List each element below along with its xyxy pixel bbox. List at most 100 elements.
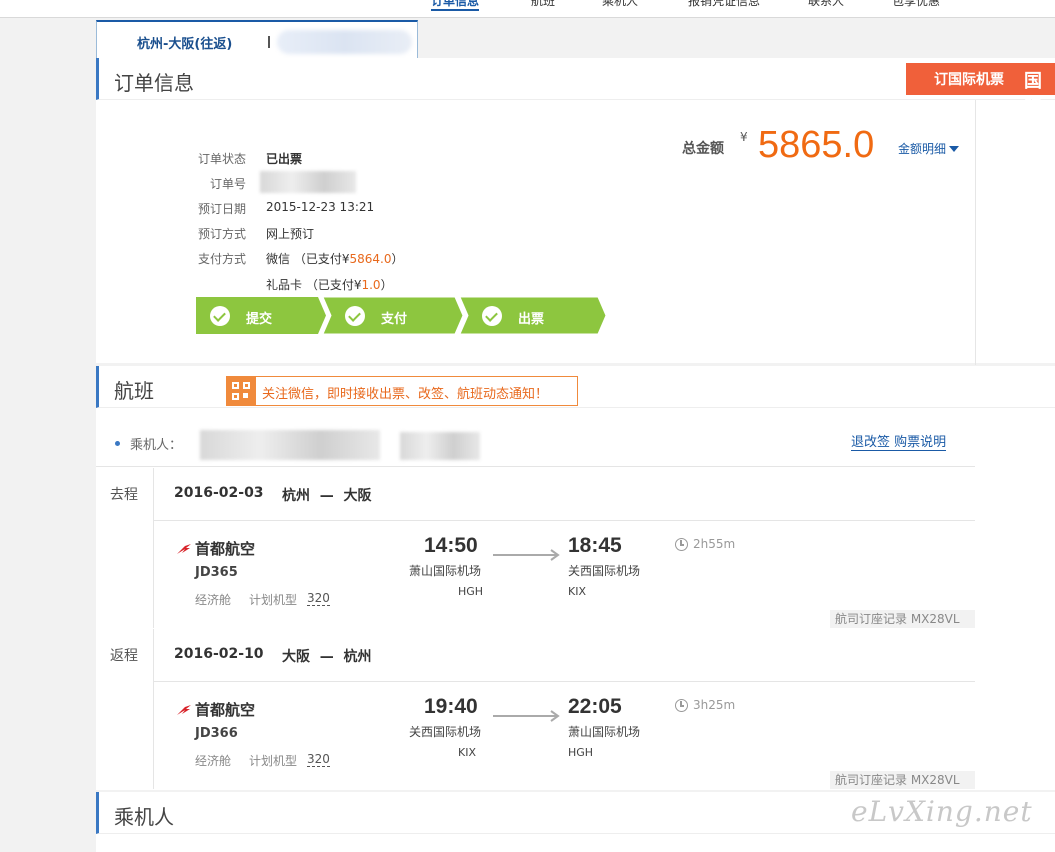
payment-paid-prefix: （已支付¥ [293,252,350,266]
total-amount-label: 总金额 [682,141,724,157]
total-amount-value: 5865.0 [758,124,875,166]
arrival-time: 22:05 [568,695,622,718]
bullet-icon [115,441,120,446]
nav-tab-order-info[interactable]: 订单信息 [431,0,480,11]
payment-giftcard: 礼品卡 （已支付¥1.0） [266,276,393,293]
progress-step-ticketed: 出票 [460,297,606,334]
leg-route: 杭州 — 大阪 [282,485,372,505]
plane-type-label: 计划机型 [249,754,298,768]
route-tab-separator [268,36,270,48]
payment-method-name: 微信 [266,252,291,266]
clock-icon [675,699,688,712]
leg-direction: 去程 [110,487,138,503]
intl-banner-text: 订国际机票 [934,72,1004,88]
route-tab[interactable]: 杭州-大阪(往返) [96,20,418,59]
airline-name: 首都航空 [195,540,256,558]
payment-wechat: 微信 （已支付¥5864.0） [266,250,404,267]
amount-detail-link[interactable]: 金额明细 [898,140,960,157]
arrow-right-icon [493,710,560,722]
plane-type-value[interactable]: 320 [307,752,330,767]
field-label: 支付方式 [197,252,246,266]
payment-paid-prefix: （已支付¥ [305,278,362,292]
payment-method-name: 礼品卡 [266,278,303,292]
route-dash: — [319,649,334,665]
arrival-airport: 萧山国际机场 [568,725,641,739]
section-title: 航班 [114,379,154,403]
departure-code: KIX [458,746,476,759]
plane-type-value[interactable]: 320 [307,591,330,606]
flight-leg-return: 返程 2016-02-10 大阪 — 杭州 首都航空 JD366 经济舱 计划机… [96,629,975,789]
check-icon [210,306,230,326]
redacted-passenger-name [200,430,380,460]
payment-paid-amount: 5864.0 [349,252,392,266]
airline-name: 首都航空 [195,701,256,719]
passenger-label: 乘机人： [130,438,183,453]
order-status-value: 已出票 [266,152,303,166]
check-icon [345,306,365,326]
booking-method-value: 网上预订 [266,227,315,241]
field-label: 订单号 [209,177,246,191]
passenger-row: 乘机人： 退改签 购票说明 [96,422,975,467]
clock-icon [675,538,688,551]
airline-pnr: 航司订座记录 MX28VL [830,610,975,628]
route-tab-row: 杭州-大阪(往返) [96,18,1055,59]
flight-duration: 3h25m [693,698,736,712]
departure-code: HGH [458,585,484,598]
flight-duration: 2h55m [693,537,736,551]
cabin-class: 经济舱 [195,593,232,607]
departure-airport: 萧山国际机场 [409,564,482,578]
airline-logo-icon [177,544,191,554]
chevron-down-icon [949,146,960,152]
intl-ticket-banner[interactable]: 订国际机票 国际 [906,63,1055,118]
intl-banner-text-2: 国际 [1024,71,1042,118]
nav-tab-contacts[interactable]: 联系人 [808,0,844,9]
nav-tab-offers[interactable]: 包享优惠 [892,0,940,9]
nav-tab-reimbursement[interactable]: 报销凭证信息 [688,0,760,9]
to-city: 大阪 [343,488,372,504]
order-detail-page: 杭州-大阪(往返) 订单信息 订国际机票 国际 订单状态 已出票 订单号 预订日… [96,18,1055,852]
airline-logo-icon [177,705,191,715]
qr-code-icon [227,377,256,405]
section-title: 订单信息 [114,71,194,95]
progress-step-pay: 支付 [323,297,463,334]
refund-change-rules-link[interactable]: 退改签 购票说明 [851,435,947,451]
leg-date: 2016-02-10 [174,646,264,662]
divider [975,100,976,365]
from-city: 大阪 [282,649,310,665]
currency-symbol: ¥ [740,130,748,144]
flight-number: JD366 [195,726,238,741]
field-label: 订单状态 [197,152,246,166]
section-title: 乘机人 [114,805,174,829]
flight-number: JD365 [195,565,238,580]
route-dash: — [319,488,334,504]
route-tab-label: 杭州-大阪(往返) [137,37,233,52]
redacted-passenger-id [400,432,480,460]
departure-time: 19:40 [424,695,478,718]
leg-date: 2016-02-03 [174,485,264,501]
nav-tab-flights[interactable]: 航班 [531,0,555,9]
nav-tab-passengers[interactable]: 乘机人 [602,0,638,9]
plane-type-label: 计划机型 [249,593,298,607]
progress-step-label: 提交 [246,312,273,327]
redacted-order-number [260,171,356,193]
wechat-notice[interactable]: 关注微信，即时接收出票、改签、航班动态通知！ [226,376,578,406]
leg-header: 2016-02-03 杭州 — 大阪 [154,468,975,521]
field-label: 预订日期 [197,202,246,216]
flights-section: 航班 关注微信，即时接收出票、改签、航班动态通知！ 乘机人： 退改签 购票说明 … [96,366,1055,790]
payment-paid-suffix: ） [391,252,404,266]
amount-detail-label: 金额明细 [898,142,947,156]
field-label: 预订方式 [197,227,246,241]
flight-leg-outbound: 去程 2016-02-03 杭州 — 大阪 首都航空 JD365 经济舱 计划机… [96,468,975,628]
to-city: 杭州 [343,649,372,665]
top-nav: 订单信息 航班 乘机人 报销凭证信息 联系人 包享优惠 [0,0,1055,18]
redacted-order-number [277,30,412,54]
booking-date-value: 2015-12-23 13:21 [266,200,375,214]
airline-pnr: 航司订座记录 MX28VL [830,771,975,789]
wechat-notice-text: 关注微信，即时接收出票、改签、航班动态通知！ [262,387,549,402]
progress-step-label: 支付 [381,312,408,327]
arrival-airport: 关西国际机场 [568,564,641,578]
departure-time: 14:50 [424,534,478,557]
progress-step-label: 出票 [518,312,545,327]
departure-airport: 关西国际机场 [409,725,482,739]
arrival-time: 18:45 [568,534,622,557]
